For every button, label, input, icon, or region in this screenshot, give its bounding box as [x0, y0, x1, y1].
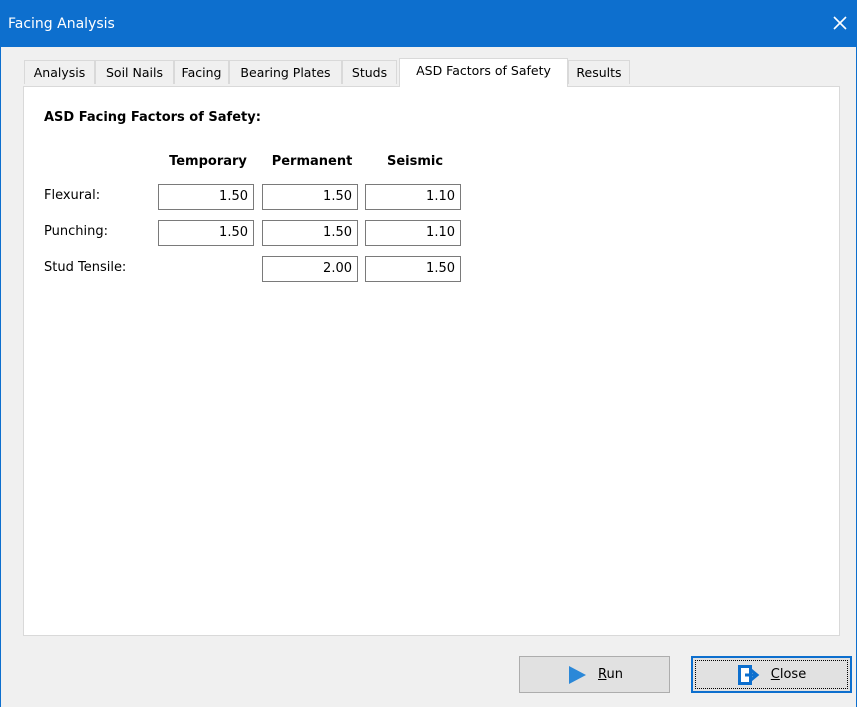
exit-icon: [737, 664, 760, 685]
column-header-permanent: Permanent: [271, 154, 353, 169]
punching-seismic-field[interactable]: 1.10: [365, 220, 461, 246]
play-icon: [569, 665, 587, 684]
tab-analysis[interactable]: Analysis: [24, 60, 95, 84]
run-button-label: Run: [598, 667, 623, 682]
row-label-flexural: Flexural:: [44, 188, 101, 203]
section-title: ASD Facing Factors of Safety:: [44, 110, 261, 125]
punching-temporary-field[interactable]: 1.50: [158, 220, 254, 246]
row-label-punching: Punching:: [44, 224, 108, 239]
run-button[interactable]: Run: [519, 656, 670, 693]
column-header-temporary: Temporary: [169, 154, 247, 169]
title-bar: Facing Analysis: [0, 0, 857, 47]
flexural-temporary-field[interactable]: 1.50: [158, 184, 254, 210]
close-icon[interactable]: [829, 12, 851, 34]
stud-tensile-seismic-field[interactable]: 1.50: [365, 256, 461, 282]
close-button-label: Close: [770, 667, 807, 682]
tab-asd-factors-of-safety[interactable]: ASD Factors of Safety: [399, 58, 568, 87]
flexural-permanent-field[interactable]: 1.50: [262, 184, 358, 210]
close-button[interactable]: Close: [691, 656, 852, 693]
tab-panel: ASD Facing Factors of Safety: Temporary …: [23, 86, 840, 636]
tab-soil-nails[interactable]: Soil Nails: [95, 60, 174, 84]
stud-tensile-permanent-field[interactable]: 2.00: [262, 256, 358, 282]
row-label-stud-tensile: Stud Tensile:: [44, 260, 127, 275]
tab-studs[interactable]: Studs: [342, 60, 397, 84]
punching-permanent-field[interactable]: 1.50: [262, 220, 358, 246]
tab-results[interactable]: Results: [568, 60, 630, 84]
column-header-seismic: Seismic: [386, 154, 444, 169]
window-border-left: [0, 47, 1, 707]
window-title: Facing Analysis: [8, 16, 115, 32]
flexural-seismic-field[interactable]: 1.10: [365, 184, 461, 210]
tab-bearing-plates[interactable]: Bearing Plates: [229, 60, 342, 84]
tab-facing[interactable]: Facing: [174, 60, 229, 84]
